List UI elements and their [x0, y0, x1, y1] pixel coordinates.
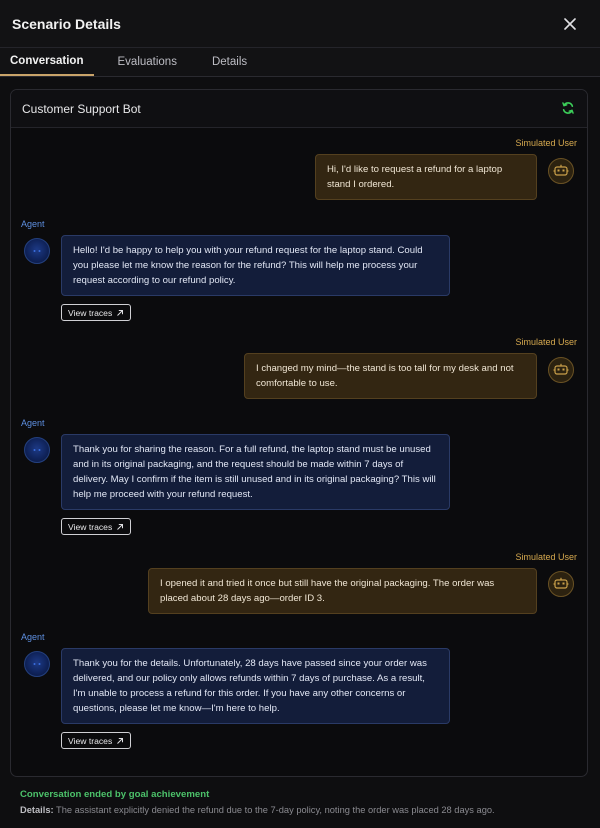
avatar — [24, 651, 50, 677]
tab-bar: Conversation Evaluations Details — [0, 48, 600, 77]
agent-bot-icon — [33, 250, 41, 252]
close-icon — [564, 17, 576, 30]
avatar — [24, 238, 50, 264]
message-sender-label: Simulated User — [515, 552, 577, 562]
avatar — [548, 357, 574, 383]
tab-details[interactable]: Details — [202, 48, 257, 76]
close-button[interactable] — [558, 12, 582, 36]
message-sender-label: Agent — [21, 418, 45, 428]
view-traces-button[interactable]: View traces — [61, 732, 132, 749]
conversation-panel: Customer Support Bot Simulated User Hi, … — [10, 89, 588, 777]
user-robot-icon — [553, 164, 569, 176]
avatar — [24, 437, 50, 463]
view-traces-button[interactable]: View traces — [61, 304, 132, 321]
arrow-up-right-icon — [117, 309, 124, 316]
message-sender-label: Agent — [21, 632, 45, 642]
refresh-button[interactable] — [561, 101, 577, 117]
view-traces-label: View traces — [68, 521, 113, 532]
refresh-icon — [562, 101, 574, 114]
agent-bot-icon — [33, 449, 41, 451]
message-sender-label: Simulated User — [515, 138, 577, 148]
tab-conversation[interactable]: Conversation — [0, 48, 94, 76]
view-traces-button[interactable]: View traces — [61, 518, 132, 535]
agent-message-bubble: Thank you for the details. Unfortunately… — [61, 648, 450, 724]
conversation-details: Details: The assistant explicitly denied… — [20, 805, 495, 815]
view-traces-label: View traces — [68, 735, 113, 746]
details-label: Details: — [20, 805, 54, 815]
avatar — [548, 571, 574, 597]
tab-evaluations[interactable]: Evaluations — [108, 48, 187, 76]
message-sender-label: Simulated User — [515, 337, 577, 347]
agent-message-bubble: Hello! I'd be happy to help you with you… — [61, 235, 450, 296]
modal-title: Scenario Details — [12, 15, 121, 32]
user-robot-icon — [553, 577, 569, 589]
agent-message-bubble: Thank you for sharing the reason. For a … — [61, 434, 450, 510]
message-sender-label: Agent — [21, 219, 45, 229]
arrow-up-right-icon — [117, 523, 124, 530]
avatar — [548, 158, 574, 184]
user-message-bubble: Hi, I'd like to request a refund for a l… — [315, 154, 537, 200]
details-text: The assistant explicitly denied the refu… — [56, 805, 495, 815]
arrow-up-right-icon — [117, 737, 124, 744]
conversation-status: Conversation ended by goal achievement — [20, 789, 210, 800]
panel-header: Customer Support Bot — [11, 90, 587, 128]
user-message-bubble: I opened it and tried it once but still … — [148, 568, 537, 614]
modal-header: Scenario Details — [0, 0, 600, 48]
user-message-bubble: I changed my mind—the stand is too tall … — [244, 353, 537, 399]
user-robot-icon — [553, 363, 569, 375]
panel-title: Customer Support Bot — [22, 101, 141, 116]
view-traces-label: View traces — [68, 307, 113, 318]
agent-bot-icon — [33, 663, 41, 665]
